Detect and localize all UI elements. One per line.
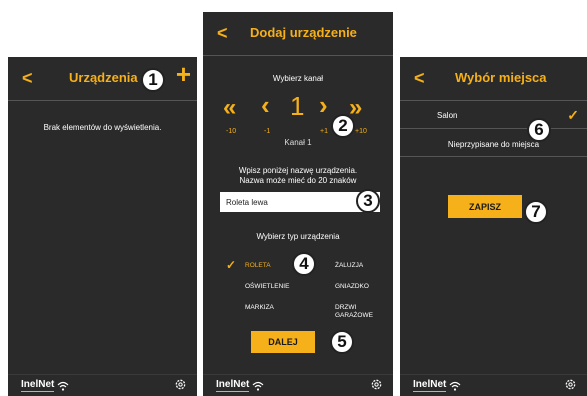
gear-icon[interactable] <box>564 378 577 391</box>
type-markiza[interactable]: MARKIZA <box>245 304 274 312</box>
empty-message: Brak elementów do wyświetlenia. <box>43 123 162 132</box>
gear-icon[interactable] <box>370 378 383 391</box>
channel-label: Kanał 1 <box>284 138 312 147</box>
wifi-icon <box>57 381 69 391</box>
next-button[interactable]: DALEJ <box>251 331 315 353</box>
callout-badge-1: 1 <box>141 68 165 92</box>
name-help-line1: Wpisz poniżej nazwę urządzenia. <box>238 166 358 175</box>
fast-back-icon[interactable]: « <box>223 94 236 122</box>
header: < Dodaj urządzenie <box>203 12 393 56</box>
wifi-icon <box>252 381 264 391</box>
list-item[interactable]: Salon ✓ <box>400 101 587 129</box>
step-plus10: +10 <box>355 128 367 135</box>
callout-badge-4: 4 <box>292 252 316 276</box>
page-title: Dodaj urządzenie <box>250 25 357 40</box>
place-unassigned: Nieprzypisane do miejsca <box>447 140 540 149</box>
back-icon[interactable]: < <box>217 23 228 44</box>
add-device-button[interactable]: + <box>176 61 191 87</box>
callout-badge-2: 2 <box>331 114 355 138</box>
footer: InelNet <box>8 374 197 396</box>
callout-badge-7: 7 <box>524 200 548 224</box>
place-salon: Salon <box>437 111 458 120</box>
list-item[interactable]: Nieprzypisane do miejsca <box>400 129 587 157</box>
callout-badge-3: 3 <box>356 189 380 213</box>
step-plus1: +1 <box>320 128 328 135</box>
callout-badge-6: 6 <box>527 118 551 142</box>
step-minus1: -1 <box>264 128 271 135</box>
name-help-line2: Nazwa może mieć do 20 znaków <box>239 176 357 185</box>
type-drzwi-garazowe[interactable]: DRZWI GARAŻOWE <box>335 304 373 321</box>
footer: InelNet <box>400 374 587 396</box>
type-zaluzja[interactable]: ŻALUZJA <box>335 262 363 270</box>
header: < Wybór miejsca <box>400 57 587 101</box>
gear-icon[interactable] <box>174 378 187 391</box>
back-icon[interactable]: < <box>414 68 425 89</box>
inelnet-logo: InelNet <box>413 379 461 392</box>
channel-number: 1 <box>290 91 305 121</box>
step-minus10: -10 <box>226 128 237 135</box>
callout-badge-5: 5 <box>330 330 354 354</box>
inelnet-logo: InelNet <box>21 379 69 392</box>
prev-icon[interactable]: ‹ <box>261 90 270 121</box>
back-icon[interactable]: < <box>22 68 33 89</box>
inelnet-logo: InelNet <box>216 379 264 392</box>
type-gniazdko[interactable]: GNIAZDKO <box>335 283 369 291</box>
type-heading: Wybierz typ urządzenia <box>256 232 340 241</box>
page-title: Wybór miejsca <box>455 70 547 85</box>
channel-heading: Wybierz kanał <box>272 74 324 83</box>
footer: InelNet <box>203 374 393 396</box>
screen-choose-place: < Wybór miejsca Salon ✓ Nieprzypisane do… <box>400 57 587 396</box>
type-oswietlenie[interactable]: OŚWIETLENIE <box>245 283 289 291</box>
wifi-icon <box>449 381 461 391</box>
type-roleta[interactable]: ROLETA <box>245 262 271 270</box>
header: < Urządzenia + <box>8 57 197 101</box>
screen-devices: < Urządzenia + Brak elementów do wyświet… <box>8 57 197 396</box>
page-title: Urządzenia <box>69 70 138 85</box>
save-button[interactable]: ZAPISZ <box>448 195 522 218</box>
check-icon: ✓ <box>567 107 579 123</box>
next-icon[interactable]: › <box>319 90 328 121</box>
check-icon: ✓ <box>226 258 237 272</box>
